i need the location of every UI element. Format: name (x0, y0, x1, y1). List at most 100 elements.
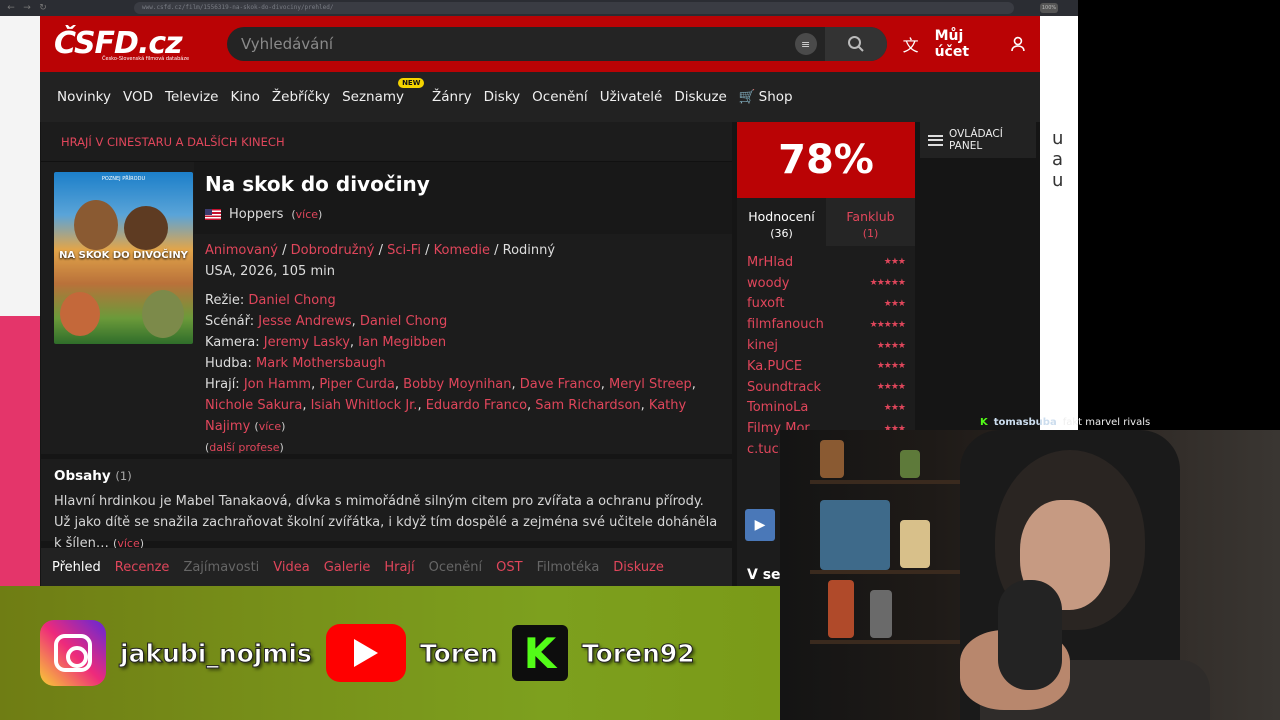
nav-item-televize[interactable]: Televize (165, 89, 218, 105)
film-info: Animovaný / Dobrodružný / Sci-Fi / Komed… (205, 240, 725, 458)
camera-link[interactable]: Jeremy Lasky (264, 335, 350, 350)
writer-link[interactable]: Jesse Andrews (258, 314, 351, 329)
menu-icon (928, 134, 943, 146)
zoom-badge[interactable]: 100% (1040, 3, 1058, 13)
nav-item-kino[interactable]: Kino (230, 89, 259, 105)
forward-icon[interactable]: → (22, 3, 32, 13)
tab-recenze[interactable]: Recenze (115, 560, 170, 575)
search-input[interactable]: Vyhledávání (227, 35, 795, 53)
actor-link[interactable]: Jon Hamm (244, 377, 311, 392)
more-professions-link[interactable]: další profese (209, 441, 279, 454)
youtube-handle: Toren (419, 638, 498, 668)
tab-galerie[interactable]: Galerie (324, 560, 371, 575)
reload-icon[interactable]: ↻ (38, 3, 48, 13)
tab-filmoteka[interactable]: Filmotéka (537, 560, 600, 575)
cart-icon: 🛒 (738, 89, 756, 105)
list-item: Ka.PUCE ★★★★ (747, 356, 906, 377)
tab-zajimavosti[interactable]: Zajímavosti (183, 560, 259, 575)
actor-link[interactable]: Meryl Streep (609, 377, 692, 392)
nav-item-disky[interactable]: Disky (484, 89, 521, 105)
user-link[interactable]: Ka.PUCE (747, 359, 802, 374)
original-title: Hoppers (229, 207, 284, 222)
tab-oceneni[interactable]: Ocenění (429, 560, 482, 575)
genre-link[interactable]: Dobrodružný (291, 243, 375, 258)
filter-icon[interactable]: ≡ (794, 33, 817, 55)
chat-username: tomasbuba (993, 416, 1057, 428)
writer-link[interactable]: Daniel Chong (360, 314, 447, 329)
tab-ost[interactable]: OST (496, 560, 522, 575)
address-bar[interactable]: www.csfd.cz/film/1556319-na-skok-do-divo… (134, 2, 1014, 14)
search-bar[interactable]: Vyhledávání ≡ (226, 27, 887, 61)
logo-subtitle: Česko-Slovenská filmová databáze (102, 56, 190, 62)
origin: USA, 2026, 105 min (205, 264, 335, 279)
translate-icon[interactable]: 文 (903, 32, 919, 56)
user-link[interactable]: kinej (747, 338, 778, 353)
account-button[interactable]: Můj účet (935, 28, 1026, 60)
actor-link[interactable]: Piper Curda (319, 377, 395, 392)
chat-message: K tomasbuba fakt marvel rivals (980, 412, 1280, 432)
list-item: kinej ★★★★ (747, 335, 906, 356)
genre-link[interactable]: Animovaný (205, 243, 278, 258)
user-link[interactable]: fuxoft (747, 296, 785, 311)
plot-section: Obsahy (1) Hlavní hrdinkou je Mabel Tana… (41, 459, 732, 551)
nav-item-diskuze[interactable]: Diskuze (674, 89, 727, 105)
nav-item-label: Shop (758, 89, 793, 105)
nav-item-novinky[interactable]: Novinky (57, 89, 111, 105)
user-link[interactable]: TominoLa (747, 400, 808, 415)
nav-item-zebricky[interactable]: Žebříčky (272, 89, 330, 105)
logo-text: ČSFD.cz (54, 26, 183, 61)
original-title-row: Hoppers (více) (205, 207, 322, 222)
genre-link[interactable]: Komedie (434, 243, 490, 258)
actor-link[interactable]: Bobby Moynihan (403, 377, 511, 392)
tab-prehled[interactable]: Přehled (52, 560, 101, 575)
actor-link[interactable]: Nichole Sakura (205, 398, 302, 413)
tab-videa[interactable]: Videa (273, 560, 309, 575)
genre-link[interactable]: Sci-Fi (387, 243, 421, 258)
cinema-note[interactable]: HRAJÍ V CINESTARU A DALŠÍCH KINECH (41, 122, 732, 162)
nav-item-shop[interactable]: 🛒 Shop (739, 89, 793, 105)
actor-link[interactable]: Isiah Whitlock Jr. (311, 398, 418, 413)
nav-item-zanry[interactable]: Žánry (432, 89, 472, 105)
nav-item-vod[interactable]: VOD (123, 89, 153, 105)
poster-tagline: POZNEJ PŘÍRODU (101, 176, 146, 182)
user-link[interactable]: filmfanouch (747, 317, 824, 332)
site-logo[interactable]: ČSFD.cz (54, 26, 215, 61)
list-item: filmfanouch ★★★★★ (747, 314, 906, 335)
film-header: Na skok do divočiny Hoppers (více) (194, 162, 732, 234)
actor-link[interactable]: Sam Richardson (535, 398, 640, 413)
nav-item-oceneni[interactable]: Ocenění (532, 89, 588, 105)
user-link[interactable]: woody (747, 276, 790, 291)
webcam-feed (780, 430, 1280, 720)
kick-handle: Toren92 (581, 638, 695, 668)
stars-icon: ★★★★★ (869, 319, 906, 330)
tab-diskuze[interactable]: Diskuze (613, 560, 664, 575)
genre-text: Rodinný (502, 243, 556, 258)
director-link[interactable]: Daniel Chong (248, 293, 335, 308)
camera-link[interactable]: Ian Megibben (358, 335, 446, 350)
tab-hodnoceni[interactable]: Hodnocení (36) (737, 198, 826, 246)
tab-hraji[interactable]: Hrají (384, 560, 414, 575)
stars-icon: ★★★★★ (869, 278, 906, 289)
search-icon[interactable] (824, 27, 887, 61)
actor-link[interactable]: Dave Franco (520, 377, 601, 392)
play-icon[interactable]: ▶ (745, 509, 775, 541)
poster-title: NA SKOK DO DIVOČINY (59, 250, 188, 261)
instagram-handle: jakubi_nojmis (120, 638, 313, 668)
music-link[interactable]: Mark Mothersbaugh (256, 356, 386, 371)
more-cast-link[interactable]: více (259, 420, 281, 433)
rating-percent: 78% (737, 122, 915, 198)
rating-tabs: Hodnocení (36) Fanklub (1) (737, 198, 915, 246)
back-icon[interactable]: ← (6, 3, 16, 13)
kick-logo-icon: K (511, 625, 568, 681)
actor-link[interactable]: Eduardo Franco (426, 398, 527, 413)
more-titles-link[interactable]: více (296, 208, 318, 221)
user-link[interactable]: Soundtrack (747, 380, 821, 395)
usa-flag-icon (205, 209, 221, 220)
user-link[interactable]: MrHlad (747, 255, 793, 270)
instagram-icon (40, 620, 106, 686)
film-poster[interactable]: POZNEJ PŘÍRODU NA SKOK DO DIVOČINY (54, 172, 193, 344)
nav-item-uzivatele[interactable]: Uživatelé (600, 89, 663, 105)
nav-item-seznamy[interactable]: Seznamy NEW (342, 78, 425, 105)
control-panel-button[interactable]: OVLÁDACÍ PANEL (920, 122, 1036, 158)
tab-fanklub[interactable]: Fanklub (1) (826, 198, 915, 246)
